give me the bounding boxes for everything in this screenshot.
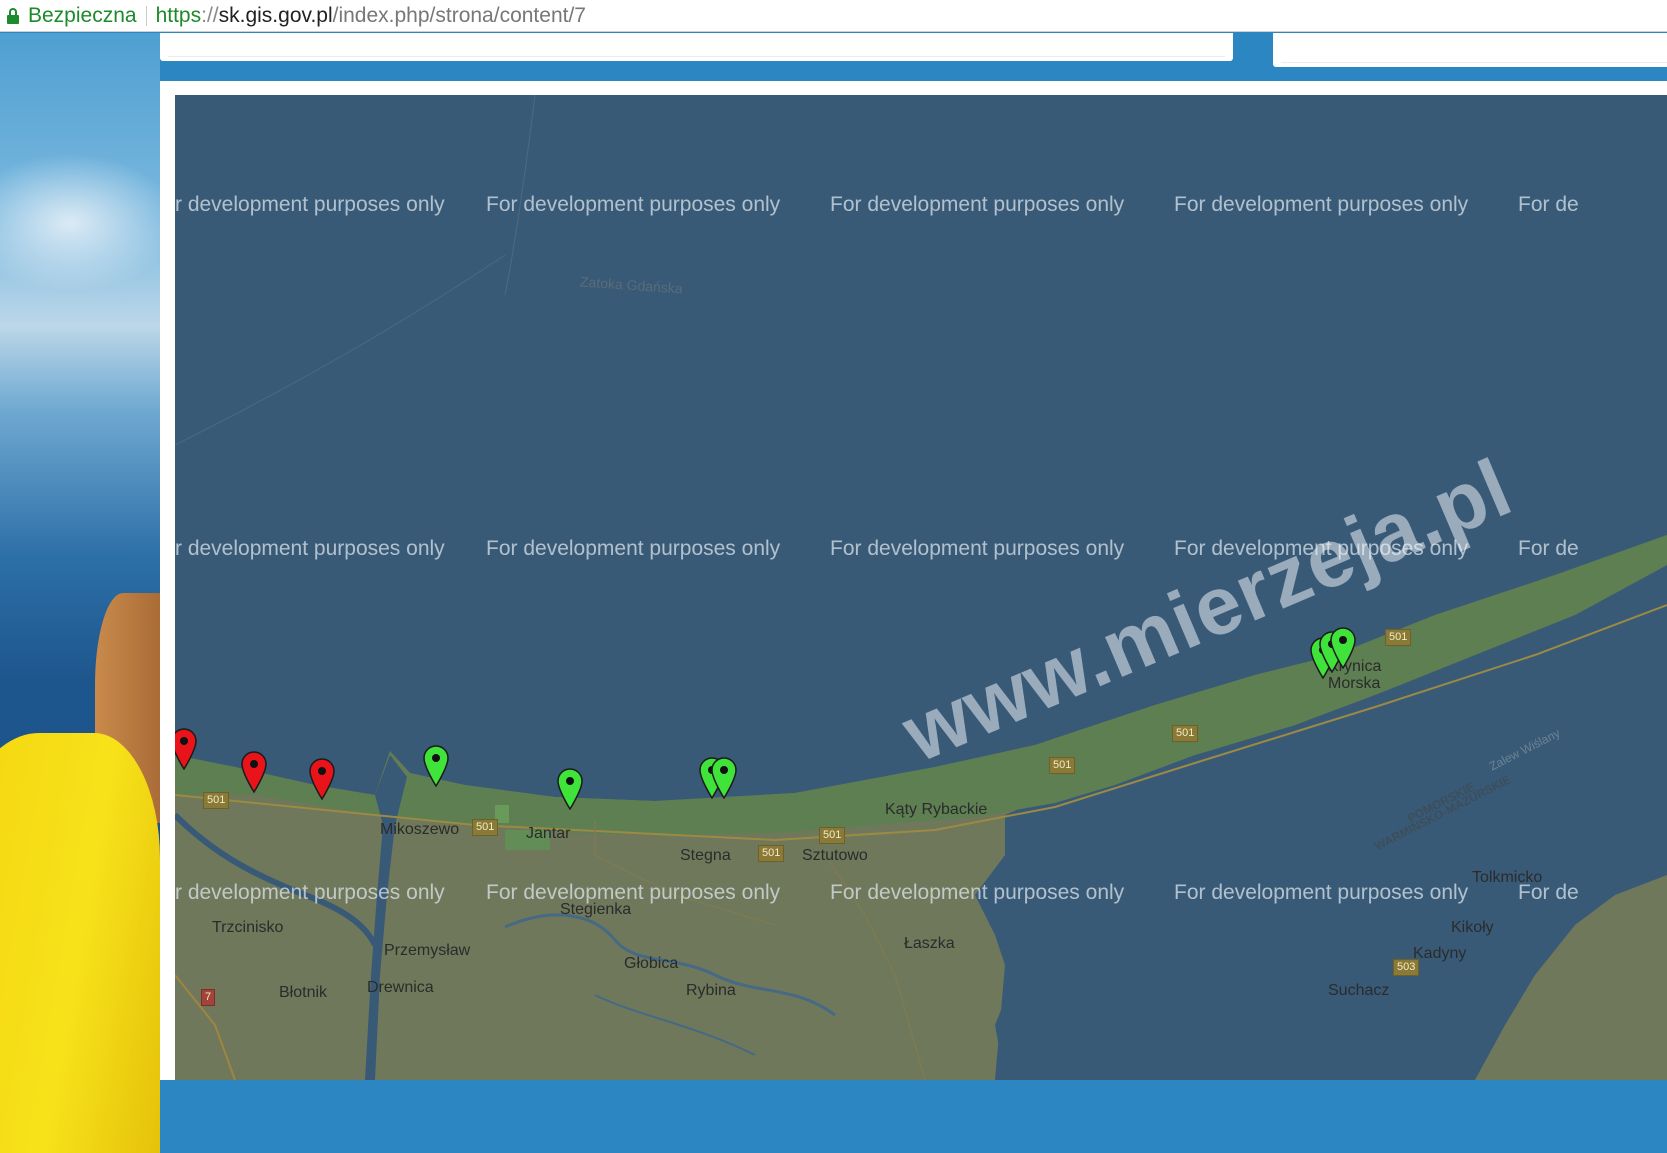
label-blotnik: Błotnik <box>279 984 328 1001</box>
road-shield-501: 501 <box>203 792 230 809</box>
lock-icon <box>7 7 19 24</box>
dev-watermark: For de <box>1518 193 1579 216</box>
dev-watermark: For development purposes only <box>1174 193 1469 216</box>
dev-watermark: For development purposes only <box>486 881 781 904</box>
label-mikoszewo: Mikoszewo <box>380 821 460 838</box>
map-pin-icon <box>241 751 267 793</box>
label-globica: Głobica <box>624 955 679 972</box>
road-shield-7: 7 <box>201 989 216 1006</box>
beach-marker-closed[interactable] <box>309 758 335 800</box>
label-katy-rybackie: Kąty Rybackie <box>885 801 988 818</box>
road-shield-501: 501 <box>1385 629 1412 646</box>
beach-marker-open[interactable] <box>557 768 583 810</box>
dev-watermark: For development purposes only <box>1174 881 1469 904</box>
map-pin-icon <box>309 758 335 800</box>
content-panel-top <box>160 33 1233 61</box>
dev-watermark: For development purposes only <box>486 193 781 216</box>
map-pin-icon <box>557 768 583 810</box>
dev-watermark: For de <box>1518 537 1579 560</box>
dev-watermark: r development purposes only <box>175 537 445 560</box>
map-pin-icon <box>1330 627 1356 669</box>
label-jantar: Jantar <box>526 825 571 842</box>
label-stegienka: Stegienka <box>560 901 632 918</box>
label-drewnica: Drewnica <box>367 979 434 996</box>
label-rybina: Rybina <box>686 982 736 999</box>
road-shield-501: 501 <box>472 819 499 836</box>
dev-watermark: r development purposes only <box>175 193 445 216</box>
side-panel-top <box>1273 33 1667 67</box>
address-bar[interactable]: Bezpieczna https://sk.gis.gov.pl/index.p… <box>0 0 1667 32</box>
road-shield-501: 501 <box>1049 757 1076 774</box>
background-photo <box>0 33 180 1153</box>
road-shield-501: 501 <box>1172 725 1199 742</box>
secure-label: Bezpieczna <box>28 3 137 27</box>
map-pin-icon <box>711 757 737 799</box>
beach-marker-open[interactable] <box>1330 627 1356 669</box>
dev-watermark: For development purposes only <box>486 537 781 560</box>
url-path: /index.php/strona/content/7 <box>332 3 586 27</box>
label-trzcinisko: Trzcinisko <box>212 919 284 936</box>
label-sztutowo: Sztutowo <box>802 847 868 864</box>
road-shield-503: 503 <box>1393 959 1420 976</box>
map-base <box>175 95 1667 1080</box>
dev-watermark: For development purposes only <box>830 537 1125 560</box>
label-laszka: Łaszka <box>904 935 955 952</box>
label-suchacz: Suchacz <box>1328 982 1390 999</box>
label-stegna: Stegna <box>680 847 731 864</box>
road-shield-501: 501 <box>758 845 785 862</box>
map-pin-icon <box>175 728 197 770</box>
beach-marker-open[interactable] <box>423 745 449 787</box>
beach-marker-closed[interactable] <box>175 728 197 770</box>
dev-watermark: r development purposes only <box>175 881 445 904</box>
label-tolkmicko: Tolkmicko <box>1472 869 1543 886</box>
dev-watermark: For development purposes only <box>830 881 1125 904</box>
url-scheme-separator: :// <box>201 3 219 27</box>
url-host: sk.gis.gov.pl <box>218 3 333 27</box>
beach-map[interactable]: r development purposes only For developm… <box>175 95 1667 1080</box>
beach-marker-open[interactable] <box>711 757 737 799</box>
map-frame: r development purposes only For developm… <box>160 81 1667 1080</box>
beach-marker-closed[interactable] <box>241 751 267 793</box>
label-kadyny: Kadyny <box>1413 945 1467 962</box>
label-przemyslaw: Przemysław <box>384 942 471 959</box>
url-scheme: https <box>155 3 202 27</box>
dev-watermark: For development purposes only <box>830 193 1125 216</box>
map-pin-icon <box>423 745 449 787</box>
label-kikoly: Kikoły <box>1451 919 1494 936</box>
road-shield-501: 501 <box>819 827 846 844</box>
address-separator <box>145 5 147 26</box>
